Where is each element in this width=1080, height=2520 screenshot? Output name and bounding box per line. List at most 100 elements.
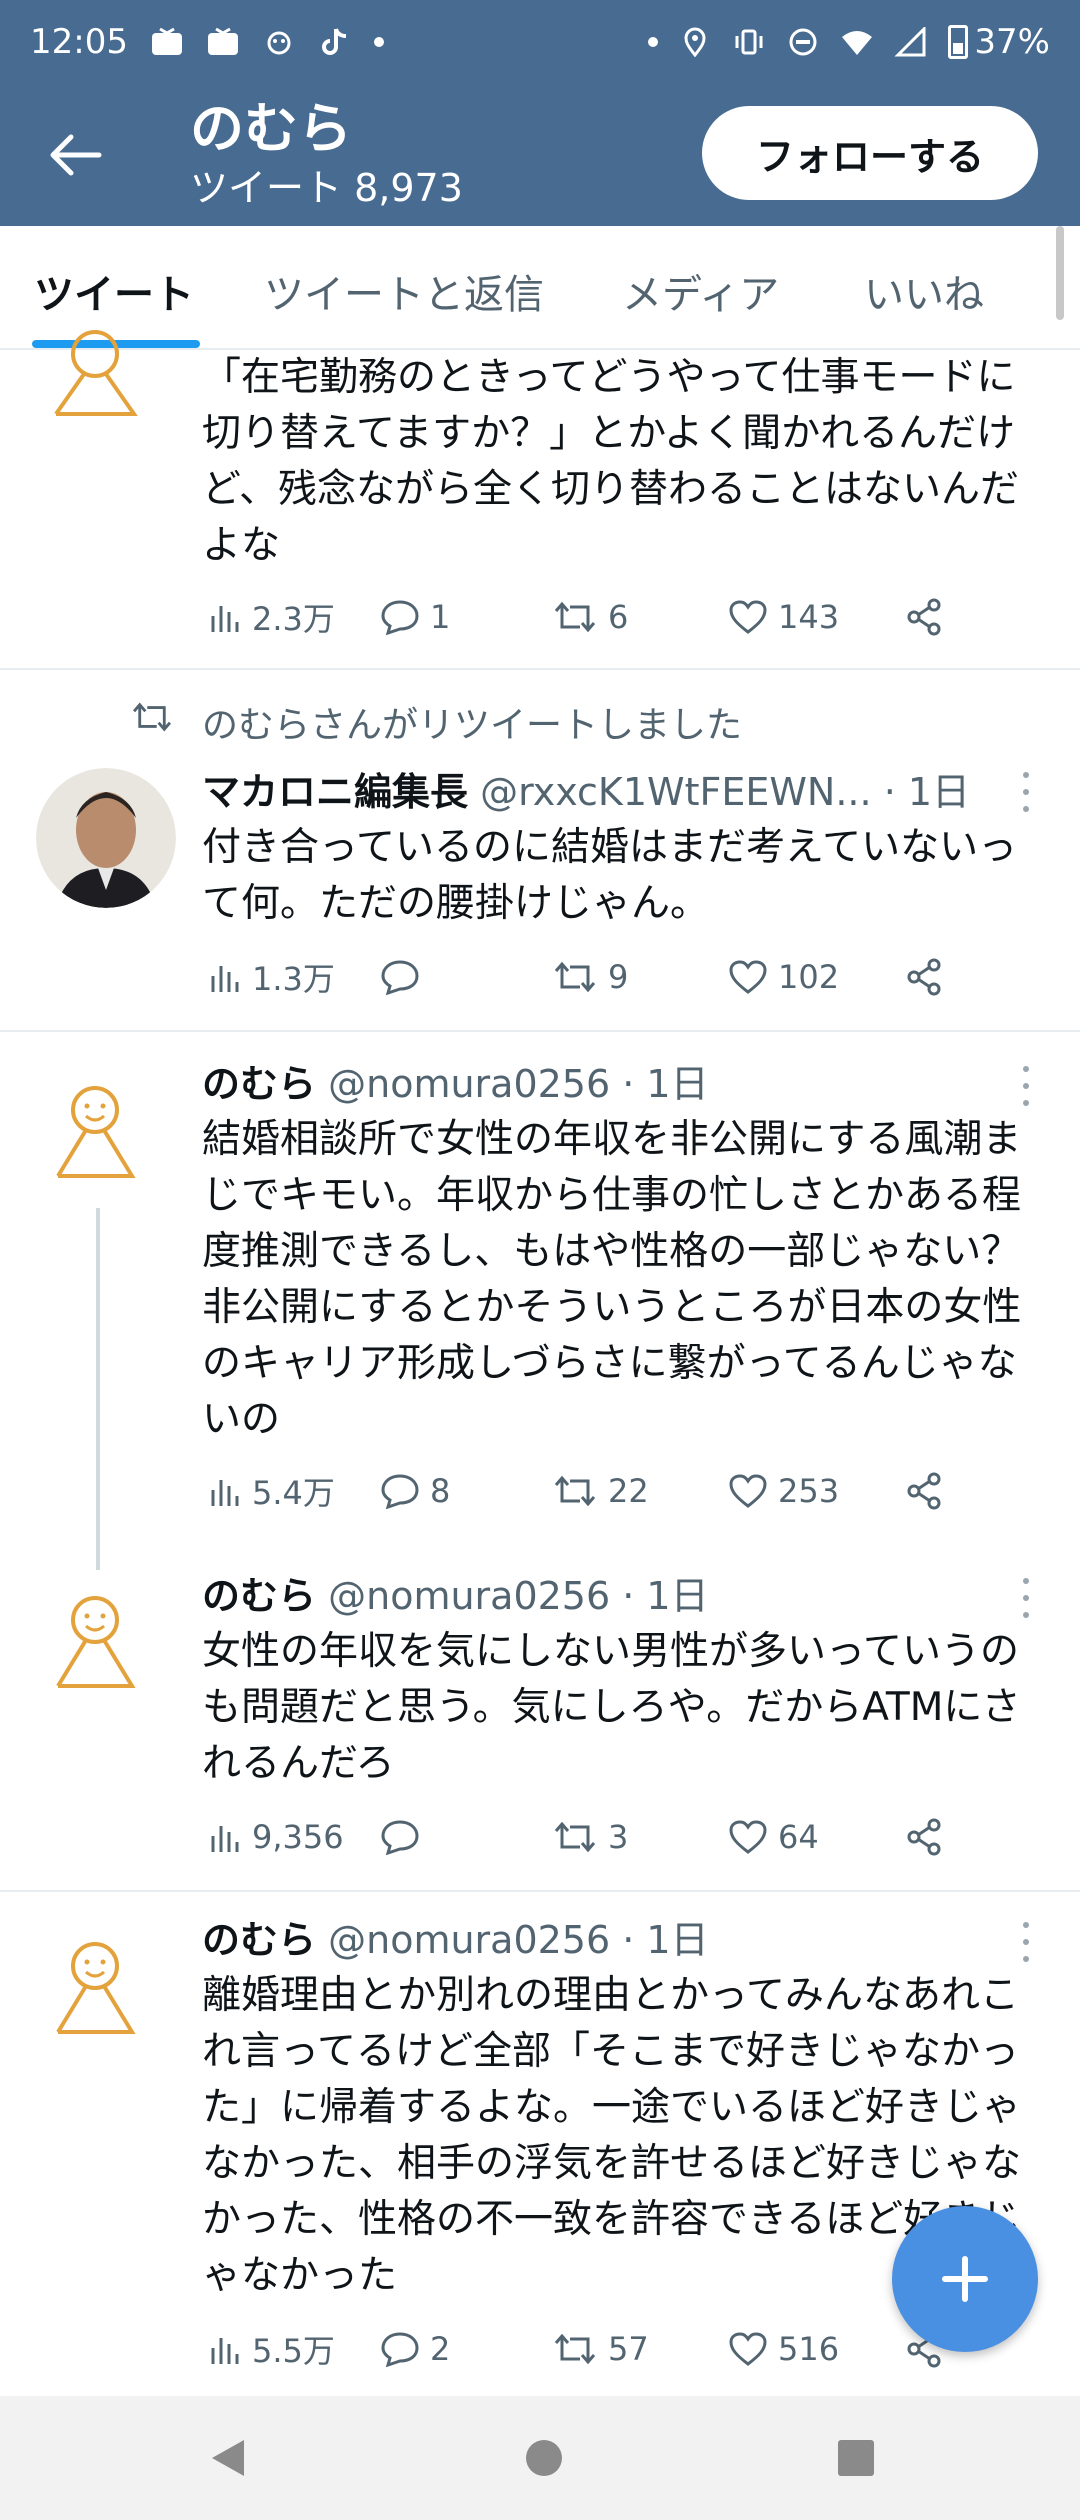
views-button[interactable]: 9,356 (208, 1812, 344, 1862)
tweet-header: のむら @nomura0256 · 1日 (202, 1060, 1022, 1108)
reply-icon (381, 1474, 419, 1509)
reply-button[interactable]: 8 (380, 1466, 450, 1516)
share-button[interactable] (904, 1466, 944, 1516)
retweet-context-label: のむらさんがリツイートしました (202, 705, 743, 746)
tv-icon (151, 27, 182, 55)
like-icon (729, 1474, 767, 1508)
tiktok-icon (322, 28, 347, 55)
like-button[interactable]: 102 (728, 952, 839, 1002)
retweet-icon (554, 1475, 596, 1507)
views-button[interactable]: 2.3万 (208, 592, 335, 642)
more-options-button[interactable] (1018, 772, 1034, 812)
reply-count: 1 (430, 598, 451, 636)
back-arrow-icon (50, 134, 102, 176)
retweet-button[interactable]: 22 (552, 1466, 649, 1516)
battery-icon (948, 25, 969, 59)
views-icon (211, 606, 239, 632)
retweet-button[interactable]: 57 (552, 2324, 649, 2374)
avatar[interactable] (36, 768, 176, 908)
tweet-text: 女性の年収を気にしない男性が多いっていうのも問題だと思う。気にしろや。だからAT… (202, 1629, 1021, 1786)
retweet-button[interactable]: 6 (552, 592, 628, 642)
reply-button[interactable] (380, 952, 430, 1002)
like-count: 253 (778, 1472, 840, 1510)
tv-icon (207, 27, 238, 55)
retweet-button[interactable]: 3 (552, 1812, 628, 1862)
like-button[interactable]: 516 (728, 2324, 839, 2374)
reply-button[interactable]: 2 (380, 2324, 450, 2374)
tweet-header: のむら @nomura0256 · 1日 (202, 1572, 1022, 1620)
author-handle[interactable]: @nomura0256 (328, 1574, 610, 1618)
tweet-item[interactable]: のむら @nomura0256 · 1日 結婚相談所で女性の年収を非公開にする風… (0, 1032, 1080, 1554)
author-name[interactable]: のむら (202, 1062, 316, 1106)
avatar[interactable] (38, 1928, 152, 2042)
tweet-time: · 1日 (883, 770, 971, 814)
views-button[interactable]: 1.3万 (208, 952, 335, 1002)
tweet-item[interactable]: 「在宅勤務のときってどうやって仕事モードに切り替えてますか？」とかよく聞かれるん… (0, 330, 1080, 668)
reply-button[interactable]: 1 (380, 592, 450, 642)
back-button[interactable] (40, 120, 110, 190)
system-back-icon[interactable] (206, 2436, 250, 2480)
author-handle[interactable]: @nomura0256 (328, 1062, 610, 1106)
tab-tweets-and-replies[interactable]: ツイートと返信 (264, 262, 544, 320)
battery-level: 37% (974, 22, 1050, 62)
like-count: 143 (778, 598, 840, 636)
retweet-icon (132, 702, 172, 732)
more-options-button[interactable] (1018, 1066, 1034, 1106)
avatar (54, 330, 138, 416)
author-handle[interactable]: @nomura0256 (328, 1918, 610, 1962)
views-button[interactable]: 5.5万 (208, 2324, 335, 2374)
like-count: 516 (778, 2330, 840, 2368)
tweet-item[interactable]: のむらさんがリツイートしました マカロニ編集長 @rxxcK1WtFEEWN..… (0, 670, 1080, 1030)
more-options-button[interactable] (1018, 1578, 1034, 1618)
share-button[interactable] (904, 1812, 944, 1862)
views-button[interactable]: 5.4万 (208, 1466, 335, 1516)
signal-icon (894, 27, 926, 57)
compose-plus-icon (942, 2256, 988, 2302)
like-icon (729, 960, 767, 994)
tweet-time: · 1日 (622, 1918, 709, 1962)
compose-tweet-button[interactable] (892, 2206, 1038, 2352)
like-icon (729, 2332, 767, 2366)
tweet-time: · 1日 (622, 1062, 709, 1106)
scrollbar[interactable] (1056, 226, 1064, 320)
do-not-disturb-icon (789, 28, 817, 56)
retweet-button[interactable]: 9 (552, 952, 628, 1002)
status-bar: 12:05 37% (0, 0, 1080, 84)
like-icon (729, 600, 767, 634)
avatar[interactable] (38, 1582, 152, 1696)
views-icon (211, 1826, 239, 1852)
follow-button[interactable]: フォローする (702, 106, 1038, 200)
share-button[interactable] (904, 952, 944, 1002)
views-icon (211, 966, 239, 992)
author-handle[interactable]: @rxxcK1WtFEEWN... (480, 770, 872, 814)
profile-tabs: ツイート ツイートと返信 メディア いいね (0, 226, 1080, 350)
avatar[interactable] (38, 1072, 152, 1186)
views-count: 1.3万 (252, 960, 335, 998)
system-home-icon[interactable] (522, 2436, 566, 2480)
tab-likes[interactable]: いいね (864, 262, 984, 320)
wifi-icon (842, 31, 873, 55)
status-time: 12:05 (30, 22, 128, 62)
like-button[interactable]: 64 (728, 1812, 819, 1862)
retweet-count: 57 (608, 2330, 649, 2368)
reply-icon (381, 960, 419, 995)
like-button[interactable]: 143 (728, 592, 839, 642)
like-count: 64 (778, 1818, 819, 1856)
vibrate-icon (735, 29, 763, 55)
share-button[interactable] (904, 592, 944, 642)
retweet-count: 3 (608, 1818, 629, 1856)
share-icon (907, 1818, 941, 1856)
reply-button[interactable] (380, 1812, 430, 1862)
author-name[interactable]: のむら (202, 1918, 316, 1962)
tweet-text: 結婚相談所で女性の年収を非公開にする風潮まじでキモい。年収から仕事の忙しさとかあ… (202, 1117, 1022, 1442)
retweet-icon (554, 2333, 596, 2365)
like-button[interactable]: 253 (728, 1466, 839, 1516)
author-name[interactable]: マカロニ編集長 (202, 770, 468, 814)
author-name[interactable]: のむら (202, 1574, 316, 1618)
more-options-button[interactable] (1018, 1922, 1034, 1962)
tweet-item[interactable]: のむら @nomura0256 · 1日 女性の年収を気にしない男性が多いってい… (0, 1554, 1080, 1888)
retweet-icon (554, 1821, 596, 1853)
retweet-icon (554, 601, 596, 633)
tab-media[interactable]: メディア (622, 262, 779, 320)
system-recents-icon[interactable] (834, 2436, 878, 2480)
